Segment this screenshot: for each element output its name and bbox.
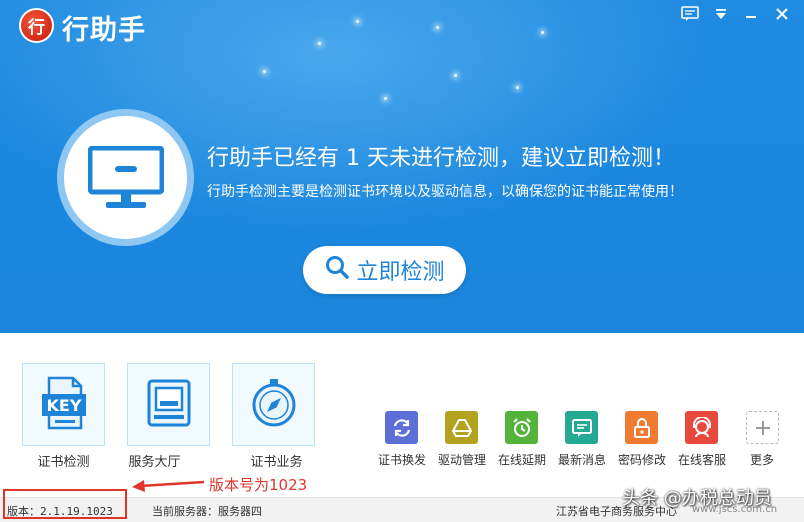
detect-now-button[interactable]: 立即检测: [303, 246, 466, 294]
tool-more-label: 更多: [749, 453, 774, 467]
drive-icon[interactable]: [445, 411, 478, 444]
search-icon: [324, 254, 350, 286]
svg-text:KEY: KEY: [46, 396, 81, 415]
tile-cert-business[interactable]: [232, 363, 315, 446]
plus-icon[interactable]: [746, 411, 779, 444]
lock-icon[interactable]: [625, 411, 658, 444]
tool-drive-label: 驱动管理: [437, 453, 486, 467]
annotation-arrow: [132, 480, 205, 492]
tool-renew-label: 证书换发: [377, 453, 426, 467]
tool-support-label: 在线客服: [677, 453, 726, 467]
tile-cert-business-label: 证书业务: [250, 455, 303, 470]
tool-password-label: 密码修改: [617, 453, 666, 467]
app-logo: 行: [19, 8, 54, 43]
key-file-icon: KEY: [39, 374, 89, 436]
sparkle: [384, 97, 387, 100]
tile-cert-check-label: 证书检测: [37, 455, 90, 470]
version-text: 版本：2.1.19.1023: [7, 505, 113, 518]
minimize-icon[interactable]: [740, 4, 762, 24]
close-icon[interactable]: [771, 4, 793, 24]
feedback-icon[interactable]: [679, 4, 701, 24]
service-hall-icon: [143, 377, 195, 433]
hero-subline: 行助手检测主要是检测证书环境以及驱动信息，以确保您的证书能正常使用！: [207, 184, 683, 200]
watermark-text: 头条 @办税总动员: [622, 488, 772, 509]
detect-now-label: 立即检测: [356, 260, 445, 285]
tile-cert-check[interactable]: KEY: [22, 363, 105, 446]
compass-icon: [248, 377, 300, 433]
server-text: 当前服务器：服务器四: [152, 505, 262, 518]
hero-headline: 行助手已经有 1 天未进行检测，建议立即检测！: [207, 146, 675, 171]
tool-news-label: 最新消息: [557, 453, 606, 467]
tile-service-hall[interactable]: [127, 363, 210, 446]
annotation-text: 版本号为1023: [209, 476, 308, 494]
sparkle: [516, 86, 519, 89]
sparkle: [454, 74, 457, 77]
sparkle: [436, 26, 439, 29]
message-icon[interactable]: [565, 411, 598, 444]
alarm-icon[interactable]: [505, 411, 538, 444]
renew-icon[interactable]: [385, 411, 418, 444]
app-title: 行助手: [62, 15, 146, 46]
tile-service-hall-label: 服务大厅: [128, 455, 181, 470]
menu-icon[interactable]: [710, 4, 732, 24]
monitor-icon: [57, 109, 194, 246]
sparkle: [263, 70, 266, 73]
sparkle: [541, 31, 544, 34]
tool-extend-label: 在线延期: [497, 453, 546, 467]
sparkle: [318, 42, 321, 45]
sparkle: [356, 20, 359, 23]
support-icon[interactable]: [685, 411, 718, 444]
